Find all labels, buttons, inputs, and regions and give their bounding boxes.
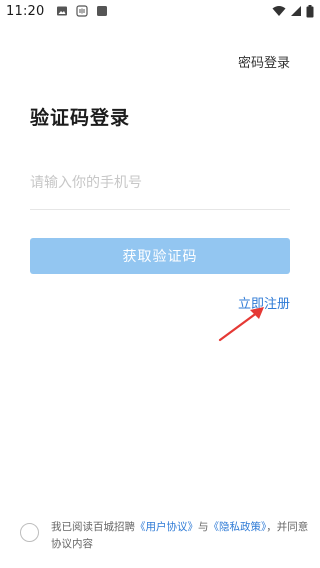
image-icon: [57, 6, 68, 16]
user-agreement-link[interactable]: 《用户协议》: [135, 521, 198, 533]
status-bar: 11:20: [0, 0, 320, 22]
phone-field: [30, 168, 290, 210]
agreement-text: 我已阅读百城招聘《用户协议》与《隐私政策》，并同意协议内容: [51, 519, 310, 553]
status-right-icons: [272, 4, 314, 18]
agreement-prefix: 我已阅读百城招聘: [51, 521, 135, 533]
get-code-button[interactable]: 获取验证码: [30, 238, 290, 274]
status-time: 11:20: [6, 3, 45, 19]
login-screen: 11:20 密码登录 验证码登录 请输入你的手机号 获取验证码 立即注册 我已阅…: [0, 0, 320, 568]
privacy-policy-link[interactable]: 《隐私政策》: [209, 521, 267, 533]
signal-icon: [291, 6, 301, 16]
agreement-and: 与: [198, 521, 209, 533]
app-square-icon: [97, 6, 108, 16]
agreement: 我已阅读百城招聘《用户协议》与《隐私政策》，并同意协议内容: [20, 519, 310, 553]
phone-input[interactable]: [30, 168, 290, 198]
battery-icon: [306, 4, 314, 17]
annotation-arrow-icon: [218, 307, 264, 342]
password-login-link[interactable]: 密码登录: [238, 52, 290, 71]
nfc-icon: [76, 5, 89, 17]
page-title: 验证码登录: [30, 107, 131, 129]
wifi-icon: [272, 6, 286, 16]
status-left-icons: [56, 5, 108, 17]
agree-radio[interactable]: [20, 523, 39, 542]
